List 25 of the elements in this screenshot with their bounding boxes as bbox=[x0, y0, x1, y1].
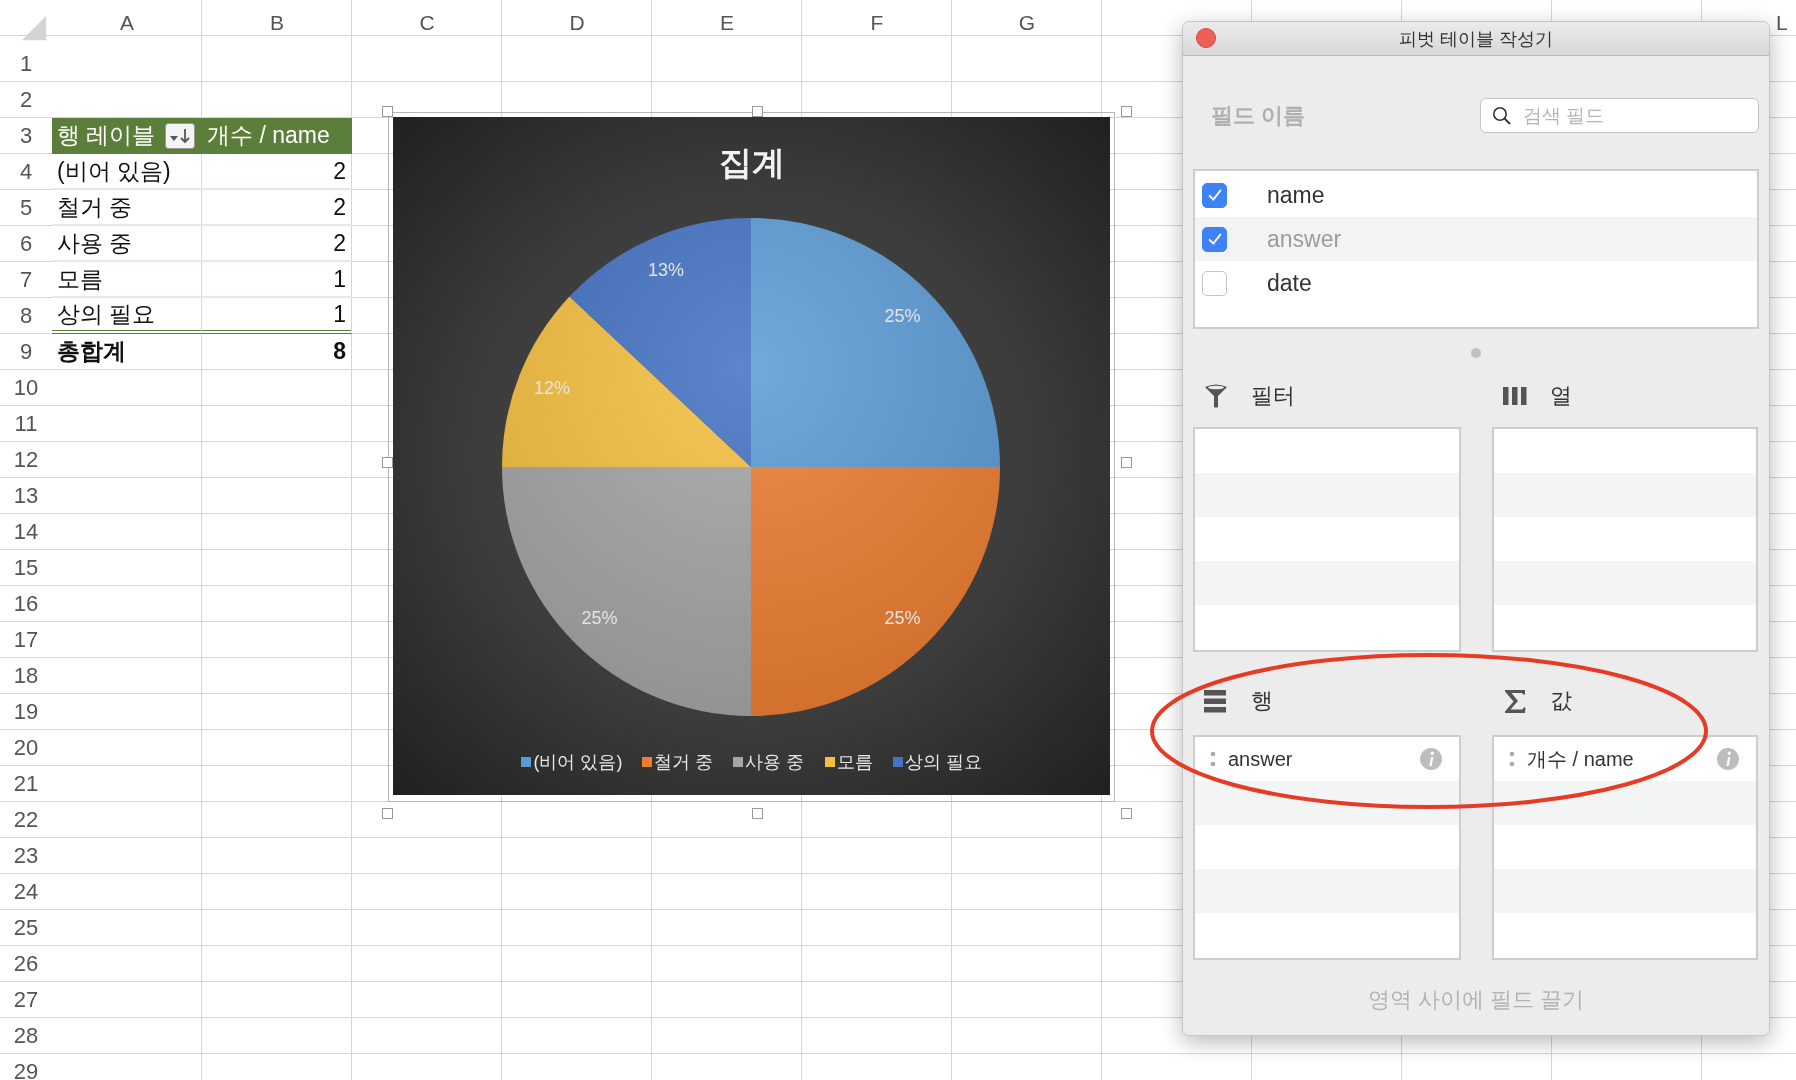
data-label: 25% bbox=[884, 305, 921, 326]
legend-label: (비어 있음) bbox=[533, 751, 623, 774]
legend-label: 사용 중 bbox=[745, 751, 805, 774]
area-label: 값 bbox=[1550, 687, 1572, 715]
data-label: 13% bbox=[647, 260, 684, 281]
legend-label: 철거 중 bbox=[654, 751, 714, 774]
pivot-header-cell: 개수 / name bbox=[202, 118, 352, 154]
legend-label: 상의 필요 bbox=[904, 751, 982, 774]
legend-label: 모름 bbox=[836, 751, 873, 774]
window-title: 피벗 테이블 작성기 bbox=[1399, 27, 1553, 51]
drag-hint: 영역 사이에 필드 끌기 bbox=[1366, 986, 1586, 1014]
data-label: 25% bbox=[581, 608, 618, 629]
area-label: 필터 bbox=[1251, 382, 1295, 410]
data-label: 25% bbox=[884, 608, 921, 629]
header-label: 행 레이블 bbox=[57, 121, 156, 150]
chart-title: 집계 bbox=[718, 143, 785, 183]
field-name: date bbox=[1267, 269, 1312, 297]
field-name: name bbox=[1267, 181, 1325, 209]
field-name: answer bbox=[1267, 225, 1342, 253]
data-label: 12% bbox=[533, 378, 570, 399]
area-label: 행 bbox=[1251, 687, 1273, 715]
area-field-name: answer bbox=[1228, 747, 1294, 771]
area-label: 열 bbox=[1550, 382, 1572, 410]
field-list-label: 필드 이름 bbox=[1211, 101, 1306, 130]
area-field-name: 개수 / name bbox=[1527, 746, 1635, 772]
